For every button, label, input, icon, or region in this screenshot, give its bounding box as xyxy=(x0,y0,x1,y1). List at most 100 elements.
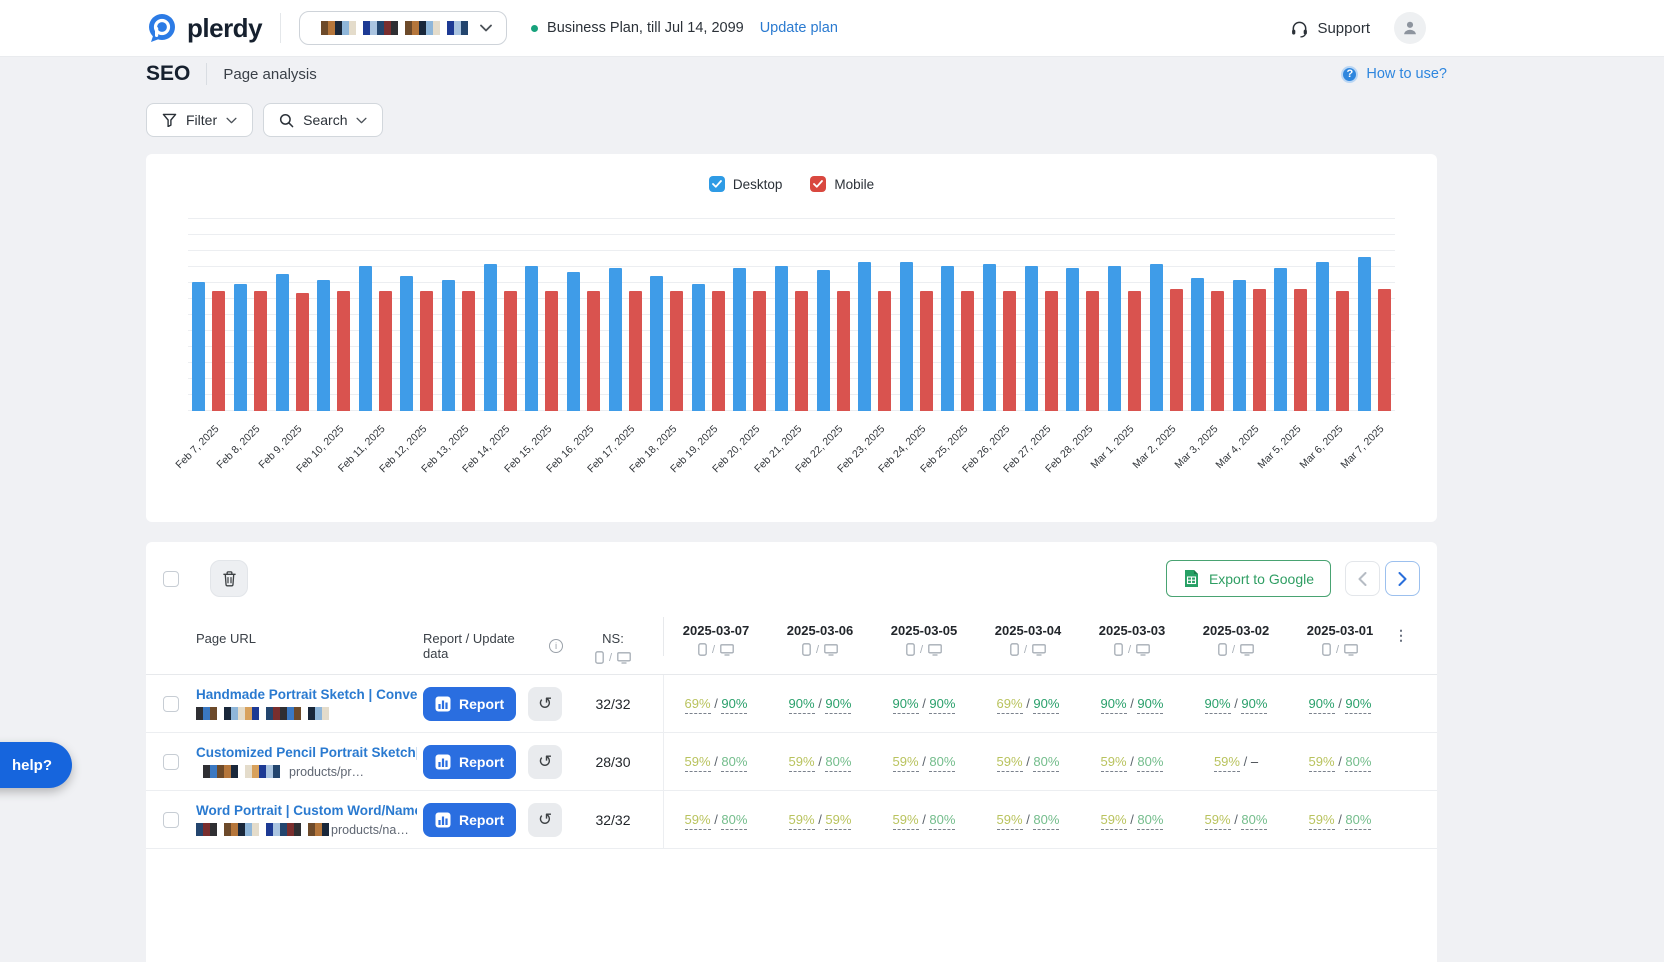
mobile-bar-15[interactable] xyxy=(837,291,850,411)
update-plan-link[interactable]: Update plan xyxy=(760,20,838,36)
page-url-link[interactable]: Handmade Portrait Sketch | Convert P… xyxy=(196,687,417,702)
desktop-bar-22[interactable] xyxy=(1108,266,1121,411)
desktop-bar-10[interactable] xyxy=(609,268,622,411)
how-to-use-link[interactable]: ? How to use? xyxy=(1341,66,1447,83)
desktop-bar-1[interactable] xyxy=(234,284,247,411)
support-button[interactable]: Support xyxy=(1290,19,1370,38)
mobile-score-link[interactable]: 59% xyxy=(789,812,815,830)
desktop-bar-2[interactable] xyxy=(276,274,289,411)
mobile-checkbox[interactable] xyxy=(810,176,826,192)
mobile-score-link[interactable]: 59% xyxy=(1214,754,1240,772)
mobile-score-link[interactable]: 90% xyxy=(1101,696,1127,714)
desktop-score-link[interactable]: 80% xyxy=(1241,812,1267,830)
desktop-score-link[interactable]: 80% xyxy=(721,812,747,830)
mobile-bar-19[interactable] xyxy=(1003,291,1016,411)
mobile-bar-11[interactable] xyxy=(670,291,683,411)
mobile-bar-8[interactable] xyxy=(545,291,558,411)
desktop-checkbox[interactable] xyxy=(709,176,725,192)
export-to-google-button[interactable]: Export to Google xyxy=(1166,560,1331,597)
mobile-bar-24[interactable] xyxy=(1211,291,1224,411)
desktop-bar-7[interactable] xyxy=(484,264,497,411)
mobile-bar-12[interactable] xyxy=(712,291,725,411)
desktop-score-link[interactable]: 80% xyxy=(929,754,955,772)
mobile-score-link[interactable]: 69% xyxy=(997,696,1023,714)
desktop-bar-24[interactable] xyxy=(1191,278,1204,411)
plerdy-logo[interactable]: plerdy xyxy=(146,12,262,44)
mobile-bar-0[interactable] xyxy=(212,291,225,411)
mobile-bar-16[interactable] xyxy=(878,291,891,411)
refresh-button[interactable]: ↺ xyxy=(528,803,562,837)
page-url-link[interactable]: Word Portrait | Custom Word/Name P… xyxy=(196,803,417,818)
desktop-score-link[interactable]: 90% xyxy=(929,696,955,714)
filter-button[interactable]: Filter xyxy=(146,103,253,137)
project-selector-dropdown[interactable] xyxy=(299,11,507,45)
mobile-bar-10[interactable] xyxy=(629,291,642,411)
desktop-bar-27[interactable] xyxy=(1316,262,1329,411)
desktop-bar-5[interactable] xyxy=(400,276,413,411)
mobile-score-link[interactable]: 59% xyxy=(893,812,919,830)
desktop-bar-18[interactable] xyxy=(941,266,954,411)
desktop-score-link[interactable]: 80% xyxy=(1033,812,1059,830)
desktop-bar-13[interactable] xyxy=(733,268,746,411)
mobile-bar-4[interactable] xyxy=(379,291,392,411)
desktop-bar-19[interactable] xyxy=(983,264,996,411)
mobile-bar-28[interactable] xyxy=(1378,289,1391,411)
desktop-bar-15[interactable] xyxy=(817,270,830,411)
desktop-bar-25[interactable] xyxy=(1233,280,1246,411)
refresh-button[interactable]: ↺ xyxy=(528,745,562,779)
report-button[interactable]: Report xyxy=(423,803,516,837)
mobile-score-link[interactable]: 59% xyxy=(685,754,711,772)
desktop-score-link[interactable]: 80% xyxy=(1345,754,1371,772)
info-icon[interactable]: i xyxy=(549,639,563,653)
mobile-score-link[interactable]: 59% xyxy=(1101,754,1127,772)
mobile-score-link[interactable]: 59% xyxy=(789,754,815,772)
mobile-score-link[interactable]: 90% xyxy=(789,696,815,714)
mobile-score-link[interactable]: 59% xyxy=(997,754,1023,772)
desktop-bar-9[interactable] xyxy=(567,272,580,411)
row-checkbox[interactable] xyxy=(163,812,179,828)
column-options-icon[interactable]: ⋮ xyxy=(1394,627,1409,644)
mobile-bar-25[interactable] xyxy=(1253,289,1266,411)
legend-desktop[interactable]: Desktop xyxy=(709,176,783,192)
mobile-bar-23[interactable] xyxy=(1170,289,1183,411)
mobile-score-link[interactable]: 90% xyxy=(1205,696,1231,714)
desktop-score-link[interactable]: 80% xyxy=(825,754,851,772)
mobile-bar-21[interactable] xyxy=(1086,291,1099,411)
desktop-bar-23[interactable] xyxy=(1150,264,1163,411)
desktop-bar-28[interactable] xyxy=(1358,257,1371,411)
mobile-score-link[interactable]: 90% xyxy=(893,696,919,714)
desktop-bar-8[interactable] xyxy=(525,266,538,411)
desktop-score-link[interactable]: 90% xyxy=(721,696,747,714)
desktop-bar-17[interactable] xyxy=(900,262,913,411)
desktop-score-link[interactable]: 90% xyxy=(1033,696,1059,714)
desktop-bar-3[interactable] xyxy=(317,280,330,411)
report-button[interactable]: Report xyxy=(423,745,516,779)
mobile-bar-1[interactable] xyxy=(254,291,267,411)
mobile-bar-3[interactable] xyxy=(337,291,350,411)
desktop-bar-0[interactable] xyxy=(192,282,205,411)
prev-page-button[interactable] xyxy=(1345,561,1380,596)
row-checkbox[interactable] xyxy=(163,696,179,712)
mobile-score-link[interactable]: 59% xyxy=(1205,812,1231,830)
desktop-score-link[interactable]: 90% xyxy=(1241,696,1267,714)
mobile-bar-5[interactable] xyxy=(420,291,433,411)
select-all-checkbox[interactable] xyxy=(163,571,179,587)
mobile-score-link[interactable]: 59% xyxy=(1309,812,1335,830)
legend-mobile[interactable]: Mobile xyxy=(810,176,874,192)
desktop-score-link[interactable]: 80% xyxy=(721,754,747,772)
desktop-bar-21[interactable] xyxy=(1066,268,1079,411)
mobile-bar-20[interactable] xyxy=(1045,291,1058,411)
mobile-score-link[interactable]: 59% xyxy=(1101,812,1127,830)
mobile-bar-6[interactable] xyxy=(462,291,475,411)
mobile-score-link[interactable]: 59% xyxy=(1309,754,1335,772)
desktop-score-link[interactable]: 80% xyxy=(1345,812,1371,830)
mobile-bar-14[interactable] xyxy=(795,291,808,411)
desktop-score-link[interactable]: 90% xyxy=(825,696,851,714)
page-url-link[interactable]: Customized Pencil Portrait Sketch| C… xyxy=(196,745,417,760)
desktop-bar-20[interactable] xyxy=(1025,266,1038,411)
desktop-bar-16[interactable] xyxy=(858,262,871,411)
desktop-bar-12[interactable] xyxy=(692,284,705,411)
desktop-score-link[interactable]: 80% xyxy=(1137,754,1163,772)
desktop-score-link[interactable]: 80% xyxy=(1137,812,1163,830)
desktop-bar-4[interactable] xyxy=(359,266,372,411)
